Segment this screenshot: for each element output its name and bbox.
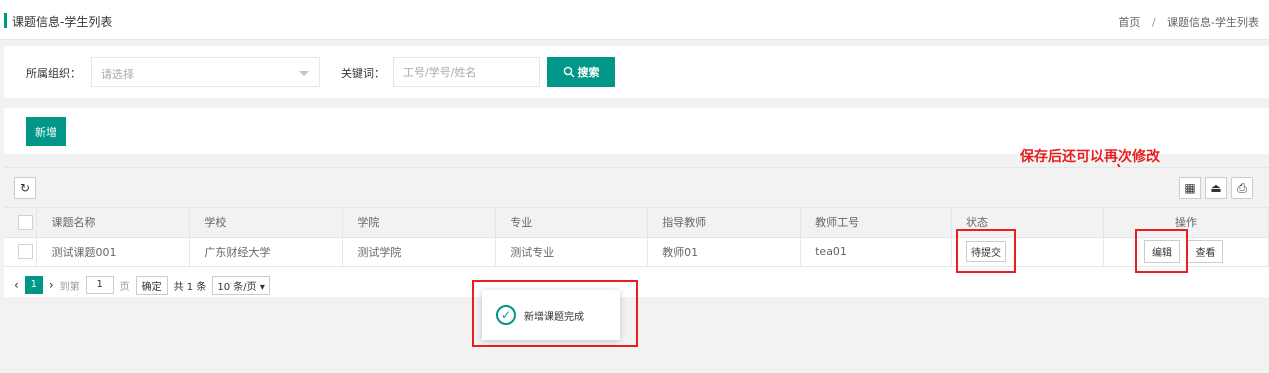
breadcrumb-home[interactable]: 首页	[1118, 16, 1140, 29]
org-label: 所属组织：	[26, 67, 81, 80]
keyword-label: 关键词：	[341, 67, 385, 80]
table-toolbar: ↻ ▦ ⏏ ⎙	[4, 168, 1269, 208]
select-all-checkbox[interactable]	[18, 214, 33, 230]
cell-topic: 测试课题001	[36, 237, 191, 267]
success-toast: ✓ 新增课题完成	[482, 290, 620, 340]
search-button[interactable]: 搜索	[547, 57, 615, 87]
dropdown-icon: ▾	[259, 281, 265, 293]
row-select-cell[interactable]	[4, 237, 38, 267]
page-jump-input[interactable]: 1	[85, 276, 114, 294]
print-icon[interactable]: ⎙	[1231, 177, 1253, 199]
data-table: 课题名称 学校 学院 专业 指导教师 教师工号 状态 操作 测试课题001 广东…	[4, 208, 1269, 267]
refresh-icon[interactable]: ↻	[14, 177, 36, 199]
page-confirm-button[interactable]: 确定	[135, 275, 168, 295]
search-button-label: 搜索	[577, 66, 600, 79]
select-all-cell[interactable]	[4, 208, 38, 238]
breadcrumb-current: 课题信息-学生列表	[1167, 16, 1259, 29]
col-header-major[interactable]: 专业	[495, 208, 649, 238]
title-marker	[4, 13, 7, 28]
columns-icon[interactable]: ▦	[1179, 177, 1201, 199]
cell-school: 广东财经大学	[189, 237, 344, 267]
cell-teacher: 教师01	[647, 237, 802, 267]
cell-major: 测试专业	[495, 237, 649, 267]
toast-message: 新增课题完成	[524, 311, 584, 323]
table-row: 测试课题001 广东财经大学 测试学院 测试专业 教师01 tea01 待提交 …	[4, 237, 1269, 267]
prev-page-icon[interactable]: ‹	[14, 278, 19, 292]
org-select-placeholder: 请选择	[101, 68, 134, 81]
page-title: 课题信息-学生列表	[12, 15, 113, 29]
search-icon	[563, 66, 574, 78]
keyword-input[interactable]	[393, 57, 540, 87]
breadcrumb-separator: /	[1151, 16, 1156, 29]
filter-card: 所属组织： 请选择 关键词： 搜索	[4, 46, 1269, 98]
col-header-teacher[interactable]: 指导教师	[647, 208, 802, 238]
col-header-college[interactable]: 学院	[342, 208, 497, 238]
check-circle-icon: ✓	[496, 305, 516, 325]
row-checkbox[interactable]	[18, 244, 33, 259]
cell-college: 测试学院	[342, 237, 497, 267]
add-button[interactable]: 新增	[26, 117, 66, 146]
org-select[interactable]: 请选择	[91, 57, 320, 87]
col-header-topic[interactable]: 课题名称	[36, 208, 191, 238]
export-icon[interactable]: ⏏	[1205, 177, 1227, 199]
cell-teacher-id: tea01	[800, 237, 953, 267]
goto-label: 到第	[59, 281, 80, 293]
page-size-select[interactable]: 10 条/页 ▾	[212, 275, 270, 295]
current-page[interactable]: 1	[24, 276, 43, 294]
annotation-box-status	[956, 229, 1016, 273]
page-size-value: 10 条/页	[217, 281, 257, 293]
annotation-box-edit	[1135, 229, 1188, 273]
table-header-row: 课题名称 学校 学院 专业 指导教师 教师工号 状态 操作	[4, 208, 1269, 238]
breadcrumb: 首页 / 课题信息-学生列表	[1118, 14, 1259, 30]
col-header-teacher-id[interactable]: 教师工号	[800, 208, 953, 238]
col-header-school[interactable]: 学校	[189, 208, 344, 238]
chevron-down-icon	[299, 71, 309, 76]
top-bar: 课题信息-学生列表 首页 / 课题信息-学生列表	[0, 0, 1269, 40]
view-button[interactable]: 查看	[1187, 240, 1224, 263]
page-unit-label: 页	[119, 281, 130, 293]
table-card: ↻ ▦ ⏏ ⎙ 课题名称 学校 学院 专业 指导教师 教师工号 状态 操作 测试…	[4, 167, 1269, 297]
total-count: 共 1 条	[173, 281, 207, 293]
next-page-icon[interactable]: ›	[49, 278, 54, 292]
